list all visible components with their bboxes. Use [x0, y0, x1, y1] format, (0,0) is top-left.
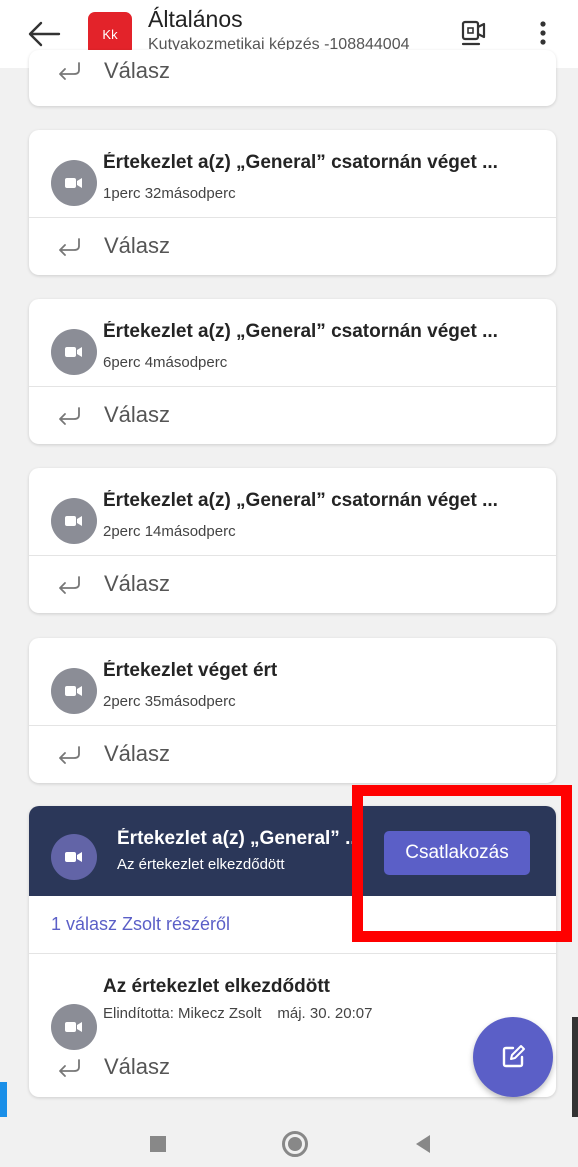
channel-title[interactable]: Általános	[148, 6, 243, 33]
reply-label: Válasz	[104, 1054, 171, 1079]
scrollbar[interactable]	[572, 1017, 578, 1117]
video-camera-icon	[65, 347, 82, 357]
reply-label: Válasz	[104, 233, 171, 258]
reply-row[interactable]: Válasz	[29, 217, 556, 275]
live-meeting-title: Értekezlet a(z) „General” ...	[117, 828, 361, 849]
reply-row[interactable]: Válasz	[29, 725, 556, 783]
meeting-ended-card: Értekezlet a(z) „General” csatornán vége…	[29, 468, 556, 613]
reply-label: Válasz	[104, 741, 171, 766]
compose-icon	[502, 1045, 525, 1068]
message-meta: Elindította: Mikecz Zsolt máj. 30. 20:07	[103, 1005, 372, 1022]
reply-arrow-icon	[59, 576, 80, 594]
message-card-partial: Válasz	[29, 50, 556, 106]
meeting-avatar	[51, 329, 97, 375]
reply-row[interactable]: Válasz	[29, 555, 556, 613]
message-title: Értekezlet a(z) „General” csatornán vége…	[103, 490, 498, 511]
video-camera-icon	[65, 852, 82, 862]
system-back-icon[interactable]	[416, 1135, 430, 1153]
reply-arrow-icon	[59, 407, 80, 425]
message-title: Értekezlet a(z) „General” csatornán vége…	[103, 321, 498, 342]
arrow-left-icon	[28, 21, 61, 47]
recent-apps-icon[interactable]	[150, 1136, 166, 1152]
divider	[29, 953, 556, 954]
meeting-avatar	[51, 498, 97, 544]
live-meeting-status: Az értekezlet elkezdődött	[117, 856, 285, 873]
reply-label: Válasz	[104, 571, 171, 596]
reply-arrow-icon	[59, 238, 80, 256]
system-nav-bar	[0, 1117, 578, 1167]
message[interactable]: Értekezlet a(z) „General” csatornán vége…	[29, 299, 556, 386]
team-initials: Kk	[102, 26, 118, 42]
meeting-avatar	[51, 160, 97, 206]
meeting-avatar	[51, 834, 97, 880]
video-camera-icon	[65, 516, 82, 526]
message-author: Elindította: Mikecz Zsolt	[103, 1005, 262, 1022]
meeting-ended-card: Értekezlet a(z) „General” csatornán vége…	[29, 299, 556, 444]
back-button[interactable]	[26, 18, 62, 50]
reply-arrow-icon	[59, 62, 80, 80]
meeting-duration: 6perc 4másodperc	[103, 354, 228, 371]
message-title: Értekezlet a(z) „General” csatornán vége…	[103, 152, 498, 173]
home-icon[interactable]	[282, 1131, 308, 1157]
message[interactable]: Értekezlet véget ért 2perc 35másodperc	[29, 638, 556, 725]
meeting-ended-card: Értekezlet véget ért 2perc 35másodperc V…	[29, 638, 556, 783]
video-meet-icon	[461, 20, 486, 46]
message-title: Az értekezlet elkezdődött	[103, 976, 330, 997]
reply-row[interactable]: Válasz	[29, 386, 556, 444]
meeting-avatar	[51, 668, 97, 714]
replies-link[interactable]: 1 válasz Zsolt részéről	[51, 914, 230, 935]
reply-arrow-icon	[59, 746, 80, 764]
message[interactable]: Értekezlet a(z) „General” csatornán vége…	[29, 130, 556, 217]
new-post-button[interactable]	[473, 1017, 553, 1097]
meeting-duration: 2perc 35másodperc	[103, 693, 236, 710]
message[interactable]: Értekezlet a(z) „General” csatornán vége…	[29, 468, 556, 555]
more-vertical-icon	[540, 21, 546, 45]
video-camera-icon	[65, 1022, 82, 1032]
meet-now-button[interactable]	[456, 16, 490, 50]
video-camera-icon	[65, 686, 82, 696]
message-title: Értekezlet véget ért	[103, 660, 278, 681]
meeting-duration: 1perc 32másodperc	[103, 185, 236, 202]
meeting-ended-card: Értekezlet a(z) „General” csatornán vége…	[29, 130, 556, 275]
meeting-duration: 2perc 14másodperc	[103, 523, 236, 540]
reply-label: Válasz	[104, 402, 171, 427]
reply-label: Válasz	[104, 58, 171, 83]
message-timestamp: máj. 30. 20:07	[277, 1005, 373, 1022]
video-camera-icon	[65, 178, 82, 188]
more-options-button[interactable]	[528, 16, 558, 50]
highlight-annotation	[352, 785, 572, 942]
reply-arrow-icon	[59, 1059, 80, 1077]
